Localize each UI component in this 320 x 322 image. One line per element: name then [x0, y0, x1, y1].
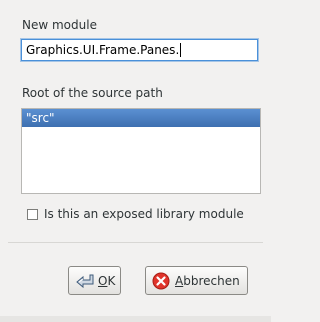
- ok-button-label: OK: [98, 273, 116, 288]
- window-bottom-edge: [0, 316, 271, 322]
- cancel-icon: [152, 272, 172, 290]
- source-path-list[interactable]: "src": [21, 108, 261, 194]
- exposed-module-checkbox[interactable]: [27, 208, 38, 220]
- new-module-label: New module: [22, 18, 97, 32]
- module-name-input[interactable]: Graphics.UI.Frame.Panes.: [21, 39, 258, 61]
- exposed-module-checkbox-label: Is this an exposed library module: [44, 207, 244, 221]
- separator: [8, 242, 263, 243]
- exposed-module-checkbox-row[interactable]: Is this an exposed library module: [27, 207, 244, 221]
- module-name-value: Graphics.UI.Frame.Panes.: [26, 43, 180, 57]
- ok-apply-icon: [75, 272, 95, 290]
- new-module-dialog: New module Graphics.UI.Frame.Panes. Root…: [0, 0, 271, 322]
- text-caret: [180, 43, 182, 57]
- cancel-button[interactable]: Abbrechen: [145, 266, 248, 295]
- ok-button[interactable]: OK: [68, 266, 121, 295]
- source-root-label: Root of the source path: [22, 86, 163, 100]
- cancel-button-label: Abbrechen: [175, 273, 240, 288]
- list-item[interactable]: "src": [22, 109, 260, 127]
